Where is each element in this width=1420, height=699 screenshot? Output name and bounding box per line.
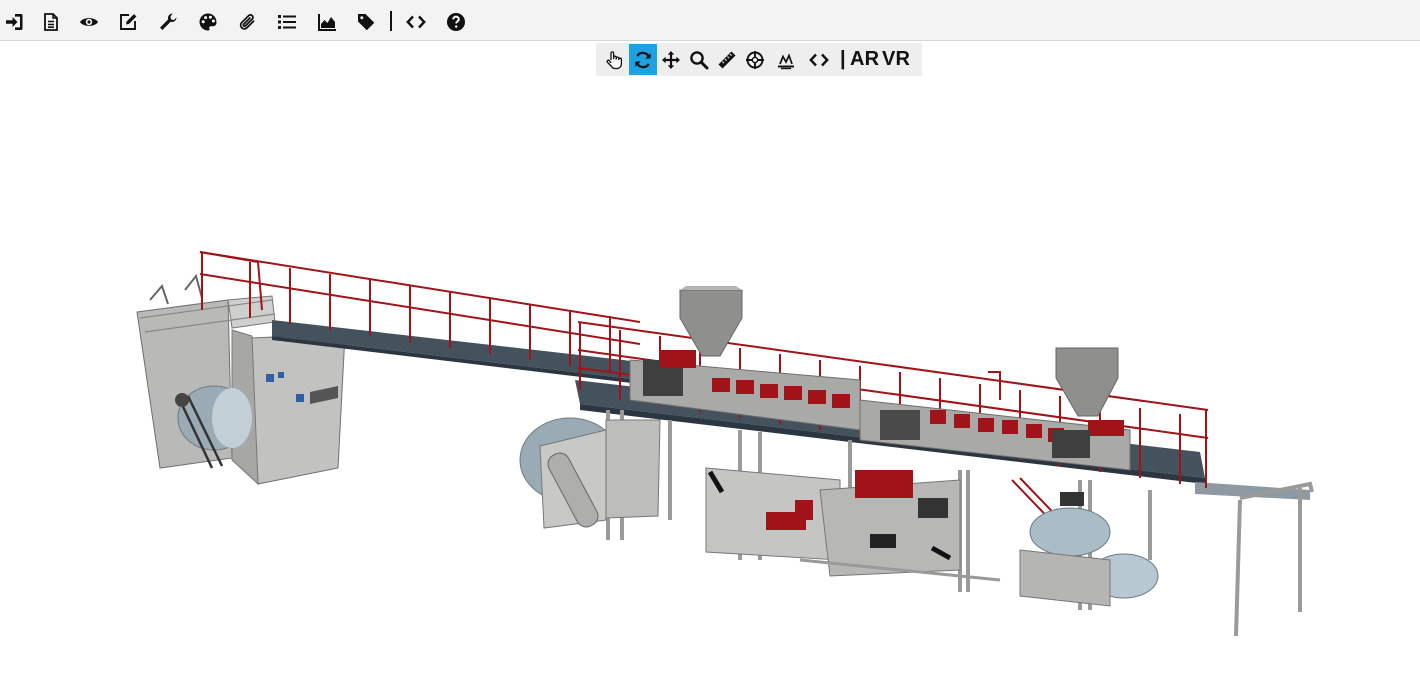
- code-icon[interactable]: [403, 9, 429, 35]
- area-chart-icon[interactable]: [314, 9, 340, 35]
- central-machinery: [705, 467, 1001, 582]
- viewer-divider: |: [840, 48, 846, 70]
- move-icon[interactable]: [657, 44, 685, 75]
- roll-stand: [519, 417, 661, 529]
- rotate-icon[interactable]: [629, 44, 657, 75]
- left-winder-unit: [136, 273, 346, 486]
- hand-pointer-icon[interactable]: [600, 44, 628, 75]
- document-icon[interactable]: [38, 9, 64, 35]
- eye-icon[interactable]: [76, 9, 102, 35]
- palette-icon[interactable]: [195, 9, 221, 35]
- target-icon[interactable]: [741, 44, 769, 75]
- tag-icon[interactable]: [353, 9, 379, 35]
- login-icon[interactable]: [1, 9, 27, 35]
- production-line-model: [136, 251, 1314, 637]
- explode-icon[interactable]: [772, 44, 800, 75]
- top-toolbar: [0, 0, 1420, 41]
- viewer-code-icon[interactable]: [805, 44, 833, 75]
- toolbar-divider: [390, 11, 392, 31]
- paperclip-icon[interactable]: [235, 9, 261, 35]
- 3d-viewport[interactable]: [0, 77, 1420, 694]
- viewer-toolbar: | AR VR: [596, 43, 922, 76]
- edit-icon[interactable]: [115, 9, 141, 35]
- wrench-icon[interactable]: [155, 9, 181, 35]
- list-icon[interactable]: [274, 9, 300, 35]
- ruler-icon[interactable]: [713, 44, 741, 75]
- ar-button[interactable]: AR: [850, 48, 879, 71]
- zoom-icon[interactable]: [685, 44, 713, 75]
- help-icon[interactable]: [443, 9, 469, 35]
- vr-button[interactable]: VR: [882, 48, 910, 71]
